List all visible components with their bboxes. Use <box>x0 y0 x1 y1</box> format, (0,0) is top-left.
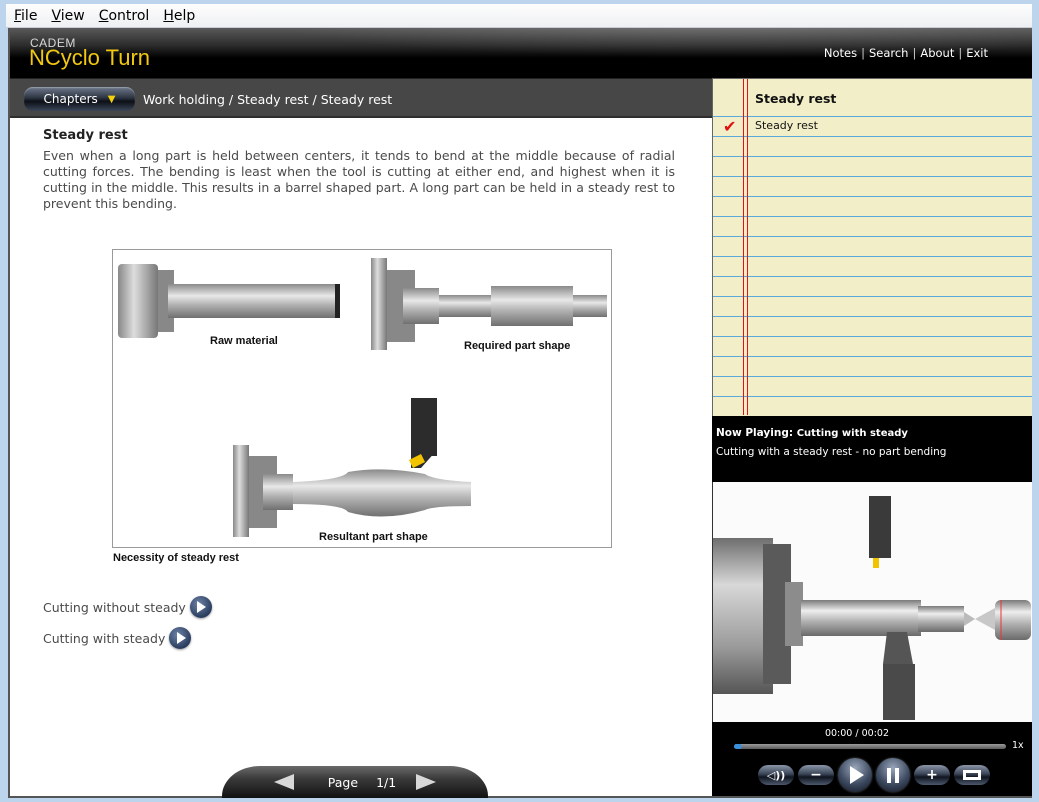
play-icon[interactable] <box>189 596 212 618</box>
app-header: CADEM NCyclo Turn Notes | Search | About | Exi… <box>10 28 1032 78</box>
menu-control[interactable]: Control <box>99 8 150 24</box>
link-separator: | <box>958 46 963 60</box>
seek-bar[interactable] <box>734 744 1006 749</box>
figure-caption: Necessity of steady rest <box>113 552 239 564</box>
now-playing-label: Now Playing: Cutting with steady <box>716 427 908 439</box>
fig-label-required-shape: Required part shape <box>464 340 570 352</box>
link-separator: | <box>912 46 917 60</box>
menu-file[interactable]: File <box>14 8 37 24</box>
chevron-down-icon: ▼ <box>107 93 116 105</box>
speaker-icon: ◁)) <box>766 768 786 782</box>
play-button[interactable] <box>838 758 872 792</box>
exit-link[interactable]: Exit <box>966 46 988 60</box>
resultant-part-drawing <box>233 398 471 537</box>
duration: 00:02 <box>861 728 890 739</box>
chapters-label: Chapters <box>43 92 98 106</box>
page-label: Page <box>327 774 359 790</box>
player-controls: 00:00 / 00:02 1x ◁)) − + <box>712 722 1032 796</box>
breadcrumb: Work holding / Steady rest / Steady rest <box>143 92 393 107</box>
next-page-button[interactable] <box>416 774 437 790</box>
video-link-label: Cutting with steady <box>43 630 166 646</box>
pause-icon <box>887 767 899 783</box>
now-playing-title: Cutting with steady <box>796 428 908 439</box>
play-icon <box>850 766 864 784</box>
menu-bar: File View Control Help <box>6 4 1032 28</box>
video-viewport[interactable] <box>712 482 1032 722</box>
current-time: 00:00 <box>824 728 853 739</box>
notes-item[interactable]: Steady rest <box>755 119 818 132</box>
minus-icon: − <box>810 767 822 783</box>
fullscreen-icon <box>963 770 981 780</box>
player-button-row: ◁)) − + <box>758 758 990 792</box>
breadcrumb-bar: Chapters ▼ Work holding / Steady rest / … <box>10 78 712 118</box>
page-navigator: Page 1/1 <box>222 766 488 798</box>
notes-title: Steady rest <box>755 91 837 106</box>
brand-product: NCyclo Turn <box>29 45 151 70</box>
required-part-drawing <box>371 258 607 350</box>
video-frame <box>713 496 1031 720</box>
notebook-rule <box>713 116 1032 117</box>
about-link[interactable]: About <box>920 46 954 60</box>
page-number: 1/1 <box>376 774 397 790</box>
fig-label-resultant-shape: Resultant part shape <box>319 531 428 543</box>
search-link[interactable]: Search <box>869 46 909 60</box>
raw-material-drawing <box>118 264 340 338</box>
topic-notes-panel: Steady rest ✔ Steady rest <box>712 78 1032 416</box>
time-readout: 00:00 / 00:02 <box>712 728 1002 739</box>
time-separator: / <box>855 728 859 739</box>
check-icon: ✔ <box>723 117 737 136</box>
lesson-content: Steady rest Even when a long part is hel… <box>10 120 712 760</box>
fullscreen-button[interactable] <box>954 765 990 785</box>
top-links: Notes | Search | About | Exit <box>824 46 988 60</box>
now-playing-panel: Now Playing: Cutting with steady Cutting… <box>712 416 1032 482</box>
margin-line <box>743 79 744 415</box>
menu-view[interactable]: View <box>51 8 84 24</box>
topic-text: Even when a long part is held between ce… <box>43 148 675 211</box>
notes-link[interactable]: Notes <box>824 46 857 60</box>
video-link-without-steady[interactable]: Cutting without steady <box>43 596 212 618</box>
previous-page-button[interactable] <box>273 774 294 790</box>
seek-progress <box>734 744 743 749</box>
lathe-illustration: Raw material Required part shape Resulta… <box>118 258 607 543</box>
play-icon[interactable] <box>169 627 192 649</box>
fig-label-raw-material: Raw material <box>210 335 278 347</box>
menu-help[interactable]: Help <box>163 8 195 24</box>
figure-image: Raw material Required part shape Resulta… <box>112 249 612 548</box>
volume-down-button[interactable]: − <box>798 765 834 785</box>
plus-icon: + <box>926 767 938 783</box>
link-separator: | <box>861 46 865 60</box>
video-link-with-steady[interactable]: Cutting with steady <box>43 627 192 649</box>
now-playing-description: Cutting with a steady rest - no part ben… <box>716 446 947 458</box>
pause-button[interactable] <box>876 758 910 792</box>
margin-line <box>747 79 748 415</box>
mute-button[interactable]: ◁)) <box>758 765 794 785</box>
volume-up-button[interactable]: + <box>914 765 950 785</box>
topic-title: Steady rest <box>43 128 128 143</box>
playback-speed: 1x <box>1012 740 1024 751</box>
video-link-label: Cutting without steady <box>43 599 186 615</box>
chapters-button[interactable]: Chapters ▼ <box>24 87 135 111</box>
app-window: CADEM NCyclo Turn Notes | Search | About | Exi… <box>8 28 1032 798</box>
now-playing-prefix: Now Playing: <box>716 427 794 439</box>
